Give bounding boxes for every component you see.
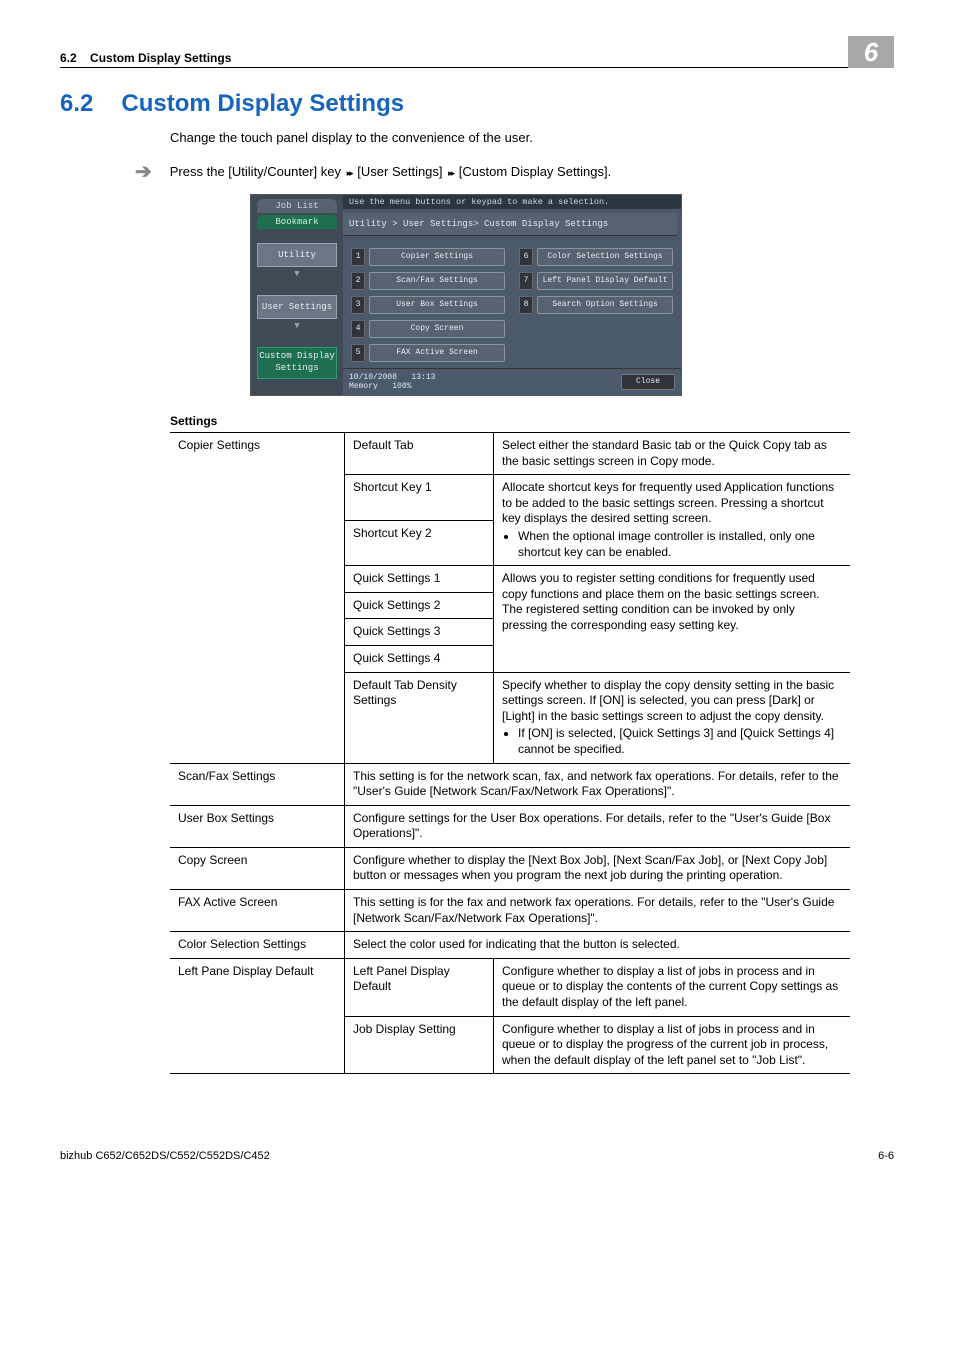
cell-copyscreen-desc: Configure whether to display the [Next B… — [345, 847, 851, 889]
menu-num: 3 — [351, 296, 365, 314]
cell-default-tab-desc: Select either the standard Basic tab or … — [494, 433, 851, 475]
intro-text: Change the touch panel display to the co… — [170, 130, 894, 145]
double-chevron-icon: ▸▸ — [347, 168, 352, 178]
cell-dtd-desc: Specify whether to display the copy dens… — [494, 672, 851, 763]
cell-qs-desc: Allows you to register setting condition… — [494, 566, 851, 672]
menu-copier-settings[interactable]: Copier Settings — [369, 248, 505, 266]
menu-num: 8 — [519, 296, 533, 314]
menu-scanfax-settings[interactable]: Scan/Fax Settings — [369, 272, 505, 290]
cell-sk1: Shortcut Key 1 — [345, 475, 494, 520]
instruction-row: ➔ Press the [Utility/Counter] key ▸▸ [Us… — [135, 159, 894, 184]
row-fax: FAX Active Screen — [170, 890, 345, 932]
cell-fax-desc: This setting is for the fax and network … — [345, 890, 851, 932]
menu-fax-active[interactable]: FAX Active Screen — [369, 344, 505, 362]
cell-sk2: Shortcut Key 2 — [345, 520, 494, 565]
row-copyscreen: Copy Screen — [170, 847, 345, 889]
tab-bookmark[interactable]: Bookmark — [257, 215, 337, 229]
dtd-bullet: If [ON] is selected, [Quick Settings 3] … — [518, 726, 842, 757]
ss-mem-label: Memory — [349, 382, 378, 391]
menu-left-panel-default[interactable]: Left Panel Display Default — [537, 272, 673, 290]
instr-part1: Press the [Utility/Counter] key — [170, 164, 345, 179]
cell-jds: Job Display Setting — [345, 1016, 494, 1074]
cell-qs3: Quick Settings 3 — [345, 619, 494, 646]
section-title: 6.2 Custom Display Settings — [60, 90, 894, 118]
ss-time: 13:13 — [411, 373, 435, 382]
row-scanfax: Scan/Fax Settings — [170, 763, 345, 805]
settings-table: Copier Settings Default Tab Select eithe… — [170, 432, 850, 1074]
double-chevron-icon: ▸▸ — [448, 168, 453, 178]
menu-num: 6 — [519, 248, 533, 266]
footer-model: bizhub C652/C652DS/C552/C552DS/C452 — [60, 1150, 270, 1162]
row-color: Color Selection Settings — [170, 932, 345, 959]
cell-jds-desc: Configure whether to display a list of j… — [494, 1016, 851, 1074]
cell-qs2: Quick Settings 2 — [345, 592, 494, 619]
row-leftpane: Left Pane Display Default — [170, 958, 345, 1074]
chapter-tab: 6 — [848, 36, 894, 68]
dtd-desc-text: Specify whether to display the copy dens… — [502, 678, 834, 723]
arrow-down-icon: ▼ — [294, 269, 299, 279]
cell-color-desc: Select the color used for indicating tha… — [345, 932, 851, 959]
menu-copy-screen[interactable]: Copy Screen — [369, 320, 505, 338]
sk-desc-bullet: When the optional image controller is in… — [518, 529, 842, 560]
row-copier-settings: Copier Settings — [170, 433, 345, 764]
cell-dtd: Default Tab Density Settings — [345, 672, 494, 763]
sk-desc-text: Allocate shortcut keys for frequently us… — [502, 480, 834, 525]
instr-part3: [Custom Display Settings]. — [455, 164, 611, 179]
row-userbox: User Box Settings — [170, 805, 345, 847]
cell-lpd-desc: Configure whether to display a list of j… — [494, 958, 851, 1016]
btn-utility[interactable]: Utility — [257, 243, 337, 267]
menu-userbox-settings[interactable]: User Box Settings — [369, 296, 505, 314]
cell-lpd: Left Panel Display Default — [345, 958, 494, 1016]
tab-joblist[interactable]: Job List — [257, 199, 337, 213]
ss-topbar: Use the menu buttons or keypad to make a… — [343, 195, 681, 209]
instr-part2: [User Settings] — [354, 164, 446, 179]
cell-sk-desc: Allocate shortcut keys for frequently us… — [494, 475, 851, 566]
header-section-name: Custom Display Settings — [90, 51, 231, 65]
arrow-right-icon: ➔ — [135, 159, 152, 184]
menu-num: 1 — [351, 248, 365, 266]
btn-custom-display[interactable]: Custom Display Settings — [257, 347, 337, 379]
cell-scanfax-desc: This setting is for the network scan, fa… — [345, 763, 851, 805]
ss-mem-pct: 100% — [392, 382, 411, 391]
menu-num: 5 — [351, 344, 365, 362]
footer-page: 6-6 — [878, 1150, 894, 1162]
ss-date: 10/10/2008 — [349, 373, 397, 382]
ss-breadcrumb: Utility > User Settings> Custom Display … — [343, 213, 677, 236]
menu-num: 4 — [351, 320, 365, 338]
menu-color-selection[interactable]: Color Selection Settings — [537, 248, 673, 266]
settings-heading: Settings — [170, 414, 894, 428]
cell-qs1: Quick Settings 1 — [345, 566, 494, 593]
section-heading: Custom Display Settings — [121, 90, 404, 117]
section-number: 6.2 — [60, 90, 93, 117]
btn-user-settings[interactable]: User Settings — [257, 295, 337, 319]
menu-num: 7 — [519, 272, 533, 290]
cell-qs4: Quick Settings 4 — [345, 645, 494, 672]
menu-num: 2 — [351, 272, 365, 290]
header-section-num: 6.2 — [60, 51, 77, 65]
cell-userbox-desc: Configure settings for the User Box oper… — [345, 805, 851, 847]
cell-default-tab: Default Tab — [345, 433, 494, 475]
close-button[interactable]: Close — [621, 374, 675, 390]
touch-panel-screenshot: Job List Bookmark Utility ▼ User Setting… — [250, 194, 682, 396]
menu-search-option[interactable]: Search Option Settings — [537, 296, 673, 314]
arrow-down-icon: ▼ — [294, 321, 299, 331]
